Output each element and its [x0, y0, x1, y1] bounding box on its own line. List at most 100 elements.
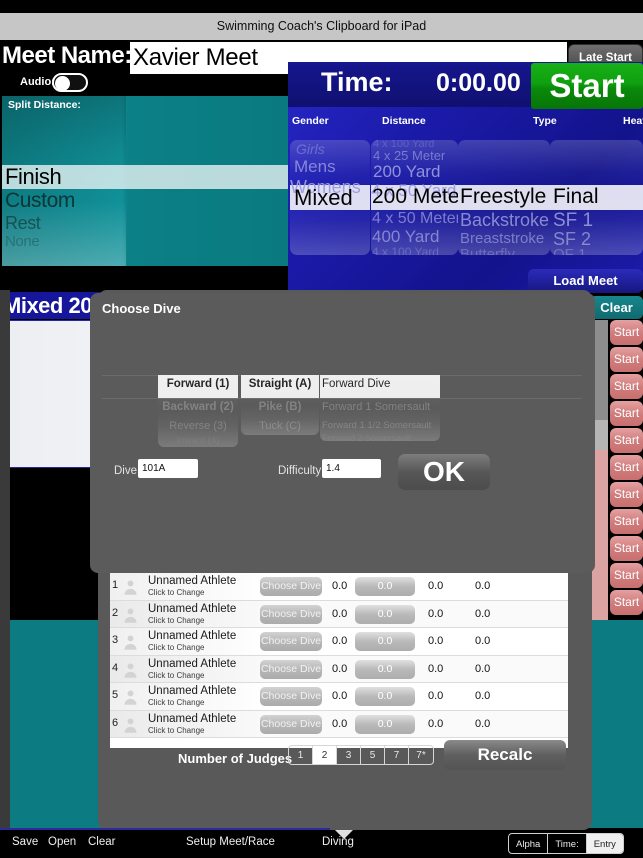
- choose-dive-button[interactable]: Choose Dive: [260, 577, 322, 596]
- dive-code-input[interactable]: [138, 459, 198, 478]
- dive-position-wheel-shade: [241, 375, 319, 435]
- clear-lanes-button[interactable]: Clear: [590, 296, 643, 319]
- table-row[interactable]: 4 Unnamed Athlete Click to Change Choose…: [110, 655, 568, 683]
- difficulty-input[interactable]: [322, 459, 381, 478]
- dive-running-value: 0.0: [475, 607, 491, 620]
- dive-group-wheel[interactable]: Forward (1) Backward (2) Reverse (3) Inw…: [158, 375, 238, 447]
- row-number: 3: [112, 634, 119, 646]
- row-number: 2: [112, 606, 119, 619]
- view-mode-time[interactable]: Time:: [548, 834, 587, 853]
- split-option-finish[interactable]: Finish: [5, 165, 62, 189]
- dive-running-value: 0.0: [475, 580, 491, 592]
- heat-wheel-shade: [550, 140, 643, 255]
- timer-value: 0:00.00: [436, 69, 521, 97]
- view-mode-entry[interactable]: Entry: [586, 834, 623, 853]
- audio-toggle[interactable]: [52, 73, 88, 92]
- tab-setup-meet-race[interactable]: Setup Meet/Race: [186, 836, 275, 848]
- active-tab-caret: [335, 830, 353, 839]
- view-mode-segmented-control[interactable]: Alpha Time: Entry: [508, 833, 624, 854]
- athlete-table[interactable]: South High School 1 Unnamed Athlete Clic…: [110, 558, 568, 748]
- column-header-heat: Heat: [623, 115, 643, 127]
- dive-name-wheel-shade: [320, 375, 440, 441]
- save-button[interactable]: Save: [12, 836, 38, 848]
- athlete-name-hint: Click to Change: [148, 698, 205, 707]
- athlete-name-hint: Click to Change: [148, 725, 205, 735]
- row-number: 6: [112, 716, 119, 729]
- timer-label: Time:: [321, 67, 393, 97]
- dive-total-value: 0.0: [428, 635, 444, 647]
- split-option-custom[interactable]: Custom: [5, 189, 75, 213]
- lane-start-button[interactable]: Start: [610, 509, 643, 534]
- lane-start-button[interactable]: Start: [610, 455, 643, 480]
- left-rail: [0, 290, 10, 850]
- athlete-name-hint: Click to Change: [148, 643, 205, 652]
- lane-start-button[interactable]: Start: [610, 320, 643, 345]
- athlete-name: Unnamed Athlete: [148, 657, 237, 670]
- table-row[interactable]: 3 Unnamed Athlete Click to Change Choose…: [110, 628, 568, 656]
- judges-option-7-star[interactable]: 7*: [409, 746, 433, 764]
- window-title: Swimming Coach's Clipboard for iPad: [0, 13, 643, 40]
- clear-button[interactable]: Clear: [88, 836, 115, 848]
- judges-option-7[interactable]: 7: [385, 746, 409, 764]
- table-row[interactable]: 5 Unnamed Athlete Click to Change Choose…: [110, 683, 568, 711]
- type-wheel-shade: [458, 140, 550, 255]
- judge-score-dropdown[interactable]: 0.0: [355, 577, 415, 596]
- type-wheel[interactable]: Freestyle Backstroke Breaststroke Butter…: [458, 140, 550, 255]
- judges-option-3[interactable]: 3: [337, 746, 361, 764]
- column-header-type: Type: [533, 115, 557, 127]
- choose-dive-button[interactable]: Choose Dive: [260, 687, 322, 706]
- dive-running-value: 0.0: [475, 717, 491, 730]
- lane-start-button[interactable]: Start: [610, 428, 643, 453]
- judge-score-dropdown[interactable]: 0.0: [355, 604, 415, 624]
- choose-dive-button[interactable]: Choose Dive: [260, 632, 322, 651]
- split-option-rest[interactable]: Rest: [5, 213, 41, 234]
- judges-option-2[interactable]: 2: [313, 746, 337, 764]
- person-icon: [124, 580, 137, 595]
- gender-wheel[interactable]: Girls Mens Womens Mixed: [290, 140, 370, 255]
- lane-start-button[interactable]: Start: [610, 482, 643, 507]
- lane-start-button[interactable]: Start: [610, 563, 643, 588]
- distance-wheel[interactable]: 4 x 100 Yard 4 x 25 Meter 200 Yard 4 x 5…: [371, 140, 458, 255]
- difficulty-label: Difficulty: [278, 465, 322, 477]
- view-mode-alpha[interactable]: Alpha: [509, 834, 549, 853]
- choose-dive-button[interactable]: Choose Dive: [260, 714, 322, 734]
- table-row[interactable]: 1 Unnamed Athlete Click to Change Choose…: [110, 573, 568, 601]
- dive-position-wheel[interactable]: Straight (A) Pike (B) Tuck (C): [241, 375, 319, 435]
- judge-score-dropdown[interactable]: 0.0: [355, 632, 415, 651]
- athlete-name: Unnamed Athlete: [148, 712, 237, 725]
- row-number: 1: [112, 579, 119, 591]
- dive-running-value: 0.0: [475, 690, 491, 702]
- distance-wheel-shade: [371, 140, 458, 255]
- dive-running-value: 0.0: [475, 635, 491, 647]
- start-timer-button[interactable]: Start: [531, 63, 643, 109]
- choose-dive-button[interactable]: Choose Dive: [260, 604, 322, 624]
- split-distance-panel[interactable]: Split Distance: Finish Custom Rest None: [2, 96, 288, 266]
- lane-start-button[interactable]: Start: [610, 536, 643, 561]
- choose-dive-button[interactable]: Choose Dive: [260, 659, 322, 679]
- dive-dd-value: 0.0: [332, 580, 348, 592]
- judge-score-dropdown[interactable]: 0.0: [355, 714, 415, 734]
- lane-start-button[interactable]: Start: [610, 374, 643, 399]
- judge-score-dropdown[interactable]: 0.0: [355, 659, 415, 679]
- choose-dive-dialog: Choose Dive Forward (1) Backward (2) Rev…: [90, 293, 595, 573]
- judges-option-5[interactable]: 5: [361, 746, 385, 764]
- judges-segmented-control[interactable]: 1 2 3 5 7 7*: [288, 745, 434, 765]
- dive-code-label: Dive: [114, 465, 138, 477]
- dive-name-wheel[interactable]: Forward Dive Forward 1 Somersault Forwar…: [320, 375, 440, 441]
- ok-button[interactable]: OK: [398, 454, 490, 490]
- dive-dd-value: 0.0: [332, 690, 348, 702]
- open-button[interactable]: Open: [48, 836, 76, 848]
- table-row[interactable]: 2 Unnamed Athlete Click to Change Choose…: [110, 600, 568, 628]
- split-option-none[interactable]: None: [5, 233, 40, 250]
- judges-option-1[interactable]: 1: [289, 746, 313, 764]
- heat-wheel[interactable]: Final SF 1 SF 2 QF 1: [550, 140, 643, 255]
- dive-dd-value: 0.0: [332, 717, 348, 730]
- table-row[interactable]: 6 Unnamed Athlete Click to Change Choose…: [110, 710, 568, 738]
- lane-start-button[interactable]: Start: [610, 590, 643, 615]
- judge-score-dropdown[interactable]: 0.0: [355, 687, 415, 706]
- row-number: 5: [112, 689, 119, 701]
- recalc-button[interactable]: Recalc: [444, 740, 566, 770]
- lane-start-button[interactable]: Start: [610, 347, 643, 372]
- lane-start-button[interactable]: Start: [610, 401, 643, 426]
- dive-running-value: 0.0: [475, 662, 491, 675]
